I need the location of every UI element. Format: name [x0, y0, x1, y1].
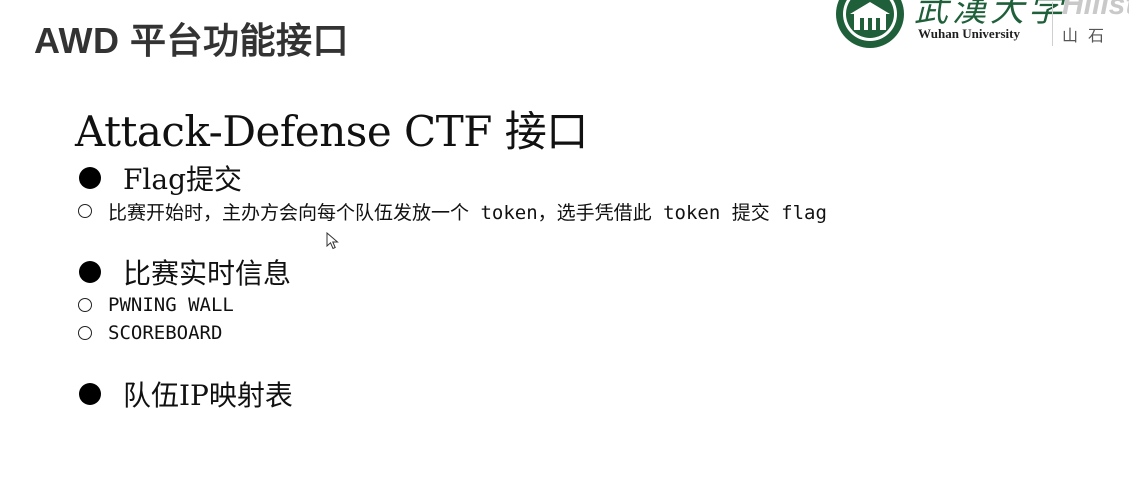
lab-name: Hillst — [1062, 0, 1129, 21]
lab-chinese-name: 山石 — [1062, 26, 1115, 45]
filled-circle-bullet-icon — [79, 261, 101, 283]
hollow-circle-bullet-icon — [78, 204, 92, 218]
section-live-info: 比赛实时信息 — [75, 254, 291, 290]
section-flag-submit: Flag提交 — [75, 160, 242, 196]
list-item-text: SCOREBOARD — [108, 322, 223, 344]
slide-title: AWD 平台功能接口 — [34, 20, 349, 61]
list-item: 比赛开始时，主办方会向每个队伍发放一个 token，选手凭借此 token 提交… — [75, 198, 827, 224]
logo-separator — [1052, 2, 1053, 46]
filled-circle-bullet-icon — [79, 383, 101, 405]
mouse-pointer-icon — [326, 232, 339, 250]
section-label: 队伍IP映射表 — [123, 379, 293, 412]
list-item-text: 比赛开始时，主办方会向每个队伍发放一个 token，选手凭借此 token 提交… — [108, 201, 827, 224]
section-team-ip-map: 队伍IP映射表 — [75, 376, 293, 412]
hollow-circle-bullet-icon — [78, 298, 92, 312]
hollow-circle-bullet-icon — [78, 326, 92, 340]
list-item-text: PWNING WALL — [108, 294, 234, 316]
section-label: 比赛实时信息 — [123, 257, 292, 290]
list-item: PWNING WALL — [75, 292, 234, 318]
university-english-name: Wuhan University — [918, 26, 1020, 41]
logo-area: 武漢大学 Wuhan University Hillst 山石 — [834, 0, 1129, 50]
slide-content: Attack-Defense CTF 接口 Flag提交 比赛开始时，主办方会向… — [75, 104, 1075, 412]
content-heading: Attack-Defense CTF 接口 — [75, 107, 588, 156]
section-label: Flag提交 — [123, 163, 243, 196]
university-seal-icon — [836, 0, 904, 48]
list-item: SCOREBOARD — [75, 320, 222, 346]
filled-circle-bullet-icon — [79, 167, 101, 189]
